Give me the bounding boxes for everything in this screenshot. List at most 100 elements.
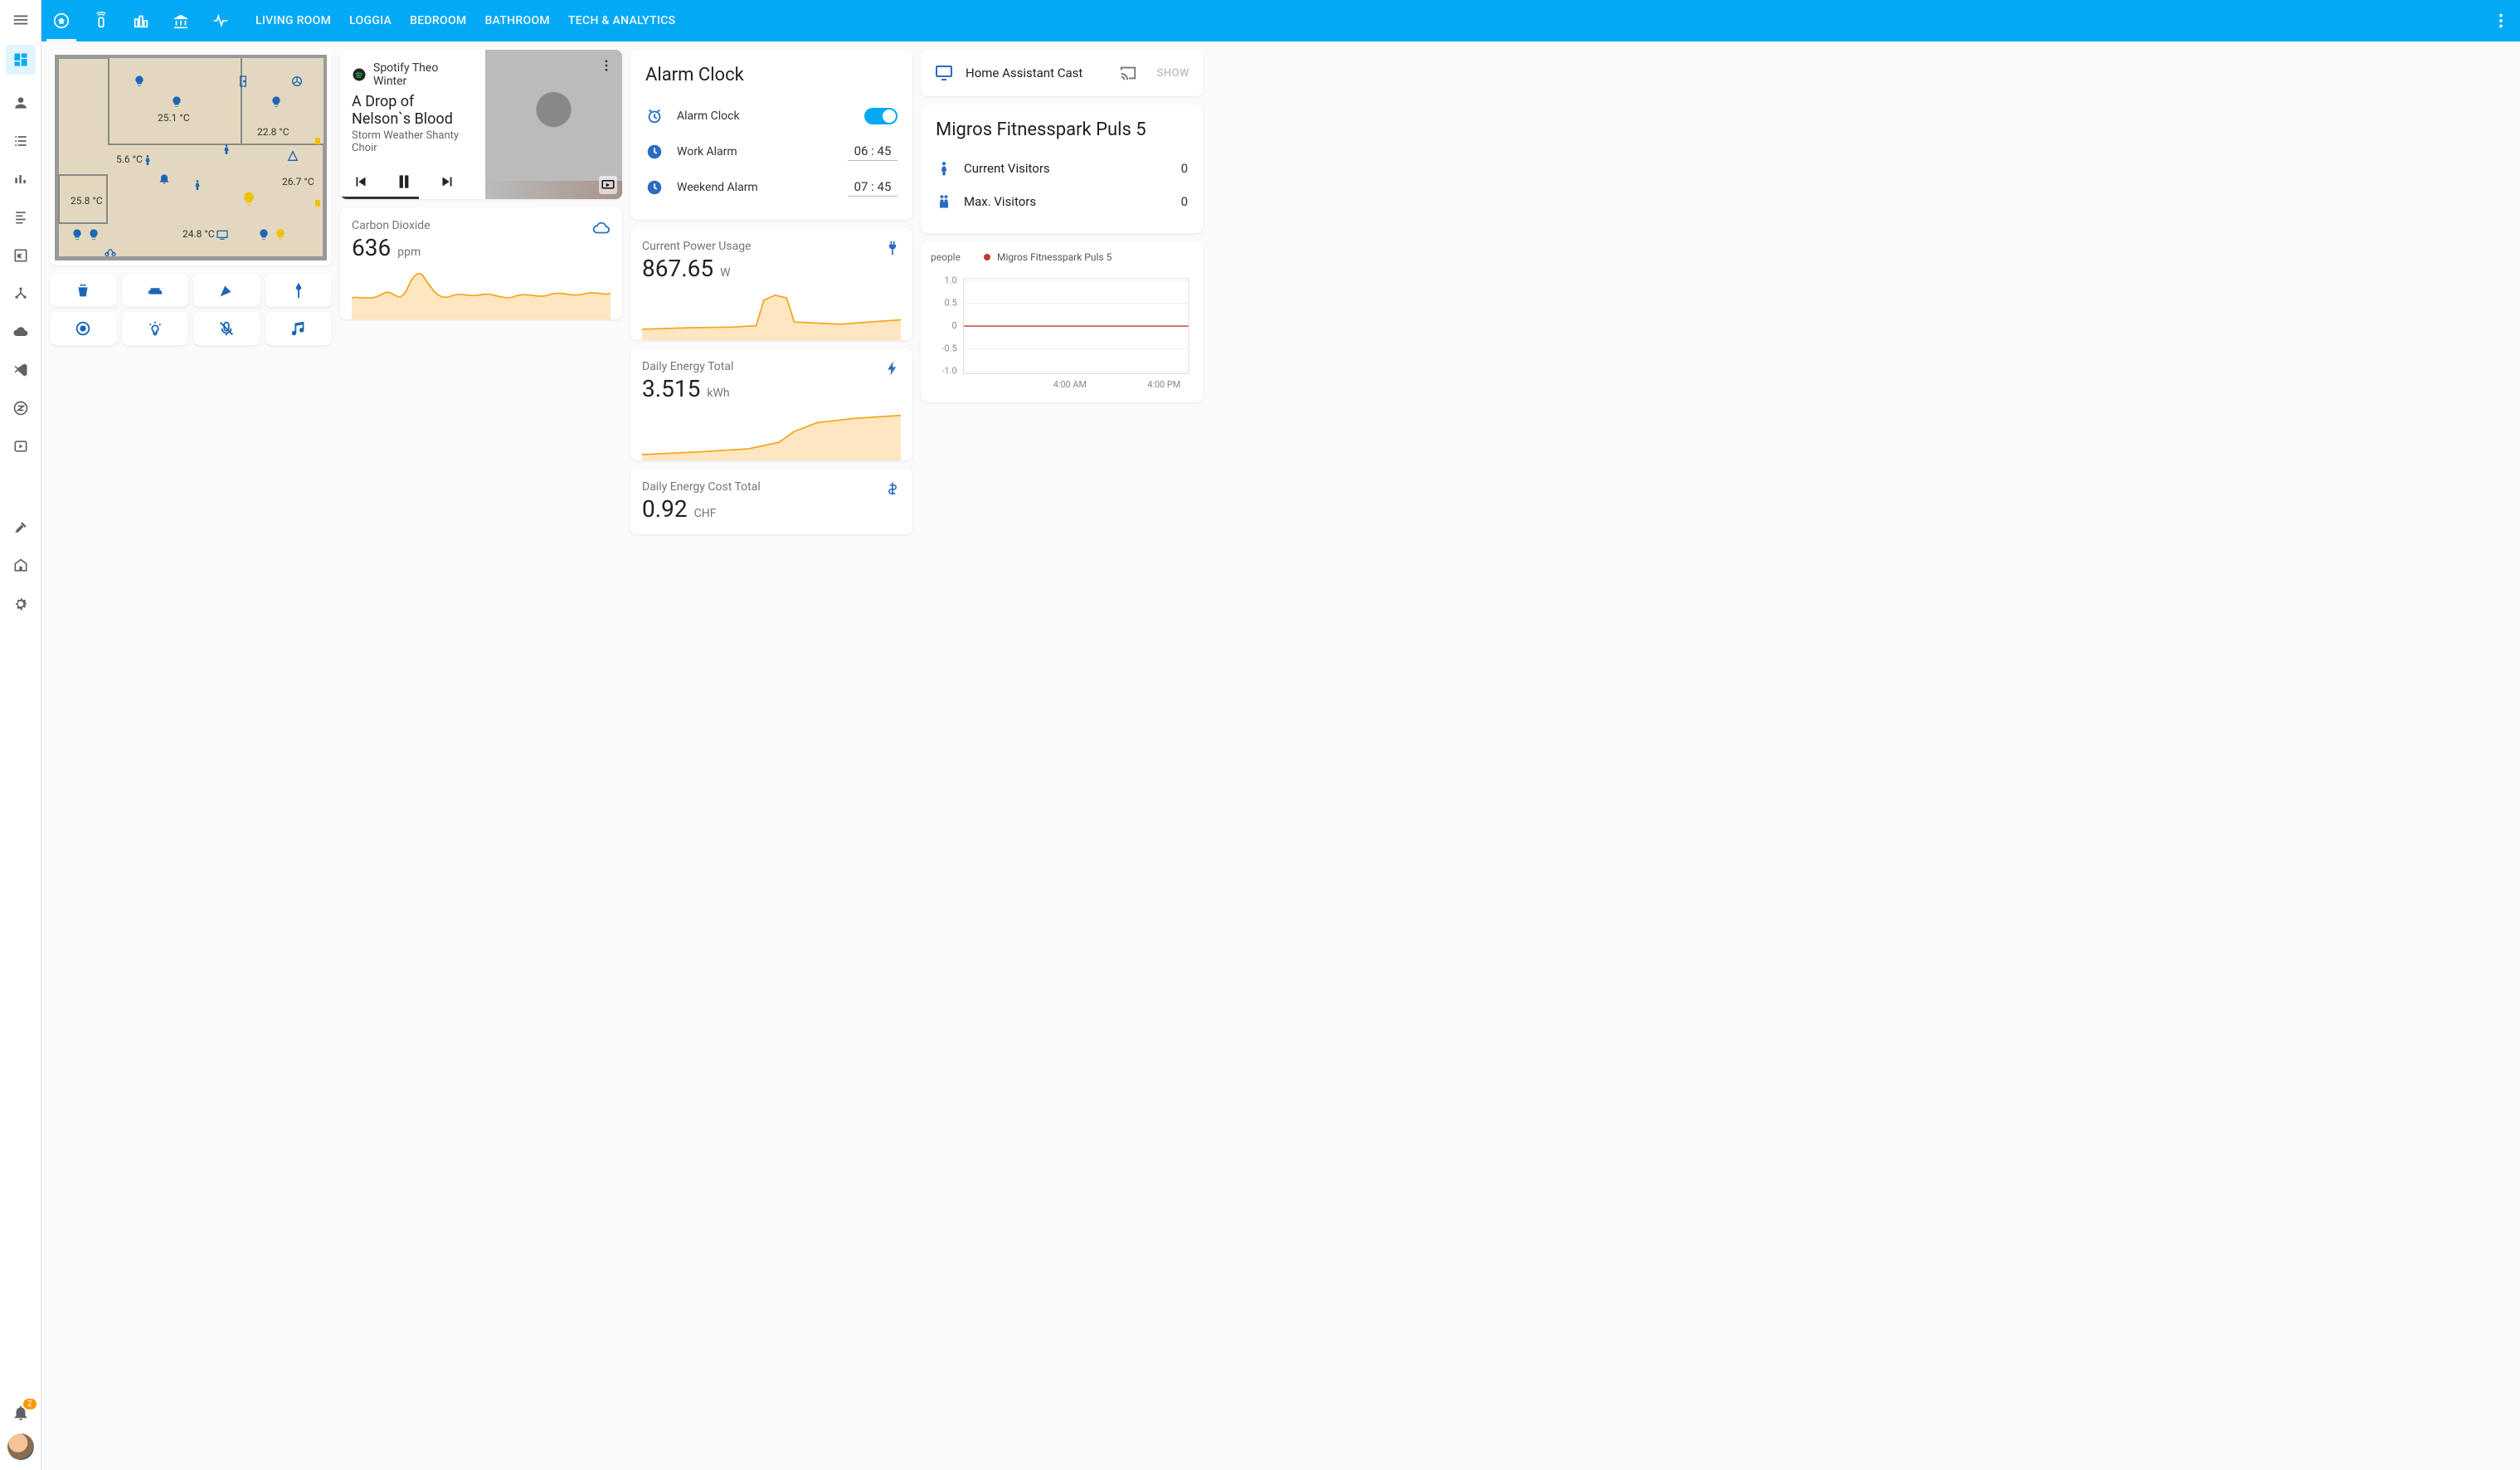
window-icon[interactable] <box>313 195 323 212</box>
door-icon[interactable] <box>236 75 250 88</box>
tv-icon[interactable] <box>216 228 229 241</box>
person-icon[interactable] <box>141 153 154 167</box>
scene-music-button[interactable] <box>265 312 333 345</box>
gym-title: Migros Fitnesspark Puls 5 <box>936 119 1188 140</box>
notifications-icon[interactable]: 2 <box>12 1404 30 1422</box>
scene-light-button[interactable] <box>122 312 189 345</box>
gym-max-value: 0 <box>1181 194 1188 209</box>
fan-icon[interactable] <box>290 75 304 88</box>
energy-total-label: Daily Energy Total <box>642 360 901 373</box>
scene-sofa-button[interactable] <box>122 274 189 307</box>
bulb-on-icon[interactable] <box>241 191 257 207</box>
svg-text:-1.0: -1.0 <box>942 365 957 376</box>
bulb-icon[interactable] <box>133 75 146 88</box>
cloud-icon <box>592 219 611 237</box>
tab-loggia[interactable]: LOGGIA <box>349 14 392 27</box>
person-icon[interactable] <box>220 143 233 156</box>
bulb-on-icon[interactable] <box>274 228 287 241</box>
bulb-icon[interactable] <box>71 228 84 241</box>
tab-home-icon[interactable] <box>51 11 71 31</box>
cast-icon[interactable] <box>1119 64 1137 82</box>
nav-devtools-icon[interactable] <box>11 518 31 538</box>
svg-text:4:00 PM: 4:00 PM <box>1147 379 1180 390</box>
gym-row-max[interactable]: Max. Visitors 0 <box>936 185 1188 218</box>
tab-remote-icon[interactable] <box>91 11 111 31</box>
media-artist: Storm Weather Shanty Choir <box>352 129 474 154</box>
energy-total-card[interactable]: Daily Energy Total 3.515 kWh <box>630 348 912 460</box>
bulb-icon[interactable] <box>270 95 283 109</box>
nav-dashboard-icon[interactable] <box>6 45 36 75</box>
nav-media-icon[interactable] <box>11 436 31 456</box>
gym-card: Migros Fitnesspark Puls 5 Current Visito… <box>921 105 1203 233</box>
alarm-toggle[interactable] <box>864 108 898 124</box>
co2-label: Carbon Dioxide <box>352 219 611 232</box>
tab-bedroom[interactable]: BEDROOM <box>410 14 466 27</box>
header-kebab-icon[interactable] <box>2492 12 2510 30</box>
cast-label: Home Assistant Cast <box>966 66 1107 80</box>
scene-torch-button[interactable] <box>265 274 333 307</box>
nav-vscode-icon[interactable] <box>11 360 31 380</box>
nav-zigbee-icon[interactable] <box>11 398 31 418</box>
energy-total-value: 3.515 <box>642 375 700 402</box>
scene-popcorn-button[interactable] <box>50 274 117 307</box>
chart-legend-label: Migros Fitnesspark Puls 5 <box>997 251 1112 263</box>
floorplan-card[interactable]: 25.1 °C 22.8 °C 5.6 °C 25.8 °C 24.8 °C 2… <box>50 50 332 265</box>
bike-icon[interactable] <box>104 245 117 258</box>
energy-cost-unit: CHF <box>694 507 717 520</box>
person-icon[interactable] <box>191 178 204 192</box>
nav-settings-icon[interactable] <box>11 594 31 614</box>
weekend-alarm-time[interactable]: 07 : 45 <box>848 178 898 197</box>
tab-tech-analytics[interactable]: TECH & ANALYTICS <box>568 14 675 27</box>
alarm-clock-icon <box>645 107 664 125</box>
power-card[interactable]: Current Power Usage 867.65 W <box>630 228 912 340</box>
media-player-card: Spotify Theo Winter A Drop of Nelson`s B… <box>340 50 622 199</box>
bulb-icon[interactable] <box>170 95 183 109</box>
bell-icon[interactable] <box>158 172 171 185</box>
cast-show-button[interactable]: SHOW <box>1157 67 1190 80</box>
svg-text:-0.5: -0.5 <box>942 343 957 354</box>
tab-bathroom[interactable]: BATHROOM <box>484 14 549 27</box>
nav-hacs-icon[interactable] <box>11 556 31 576</box>
media-cast-icon[interactable] <box>599 176 617 194</box>
camping-icon[interactable] <box>286 149 299 163</box>
tab-bank-icon[interactable] <box>171 11 191 31</box>
bulb-icon[interactable] <box>87 228 100 241</box>
menu-icon[interactable] <box>11 10 31 30</box>
nav-person-icon[interactable] <box>11 93 31 113</box>
power-label: Current Power Usage <box>642 240 901 253</box>
scene-party-button[interactable] <box>193 274 260 307</box>
svg-text:4:00 AM: 4:00 AM <box>1053 379 1087 390</box>
nav-list-icon[interactable] <box>11 131 31 151</box>
tab-health-icon[interactable] <box>211 11 231 31</box>
svg-text:0.5: 0.5 <box>945 297 957 308</box>
floorplan-temp-bedroom: 22.8 °C <box>257 126 289 138</box>
energy-cost-value: 0.92 <box>642 495 688 523</box>
work-alarm-time[interactable]: 06 : 45 <box>848 142 898 161</box>
bulb-icon[interactable] <box>257 228 270 241</box>
energy-cost-card[interactable]: Daily Energy Cost Total 0.92 CHF <box>630 469 912 534</box>
floorplan-temp-bath: 25.8 °C <box>71 195 103 207</box>
nav-network-icon[interactable] <box>11 284 31 304</box>
user-avatar[interactable] <box>7 1433 34 1460</box>
nav-bar-chart-icon[interactable] <box>11 169 31 189</box>
prev-track-icon[interactable] <box>352 173 370 191</box>
alarm-clock-label: Alarm Clock <box>677 110 851 123</box>
scene-mic-off-button[interactable] <box>193 312 260 345</box>
scene-record-button[interactable] <box>50 312 117 345</box>
nav-cloud-icon[interactable] <box>11 322 31 342</box>
window-icon[interactable] <box>313 133 323 149</box>
energy-cost-label: Daily Energy Cost Total <box>642 480 901 494</box>
notifications-badge: 2 <box>23 1399 36 1409</box>
nav-calendar-icon[interactable]: C <box>11 246 31 265</box>
next-track-icon[interactable] <box>438 173 456 191</box>
person-icon <box>936 160 952 177</box>
pause-icon[interactable] <box>393 171 415 192</box>
media-progress[interactable] <box>340 197 419 199</box>
co2-card[interactable]: Carbon Dioxide 636 ppm <box>340 207 622 319</box>
tab-living-room[interactable]: LIVING ROOM <box>255 14 331 27</box>
nav-log-icon[interactable] <box>11 207 31 227</box>
flash-icon <box>884 360 901 377</box>
gym-row-current[interactable]: Current Visitors 0 <box>936 152 1188 185</box>
media-kebab-icon[interactable] <box>599 58 614 73</box>
tab-city-icon[interactable] <box>131 11 151 31</box>
